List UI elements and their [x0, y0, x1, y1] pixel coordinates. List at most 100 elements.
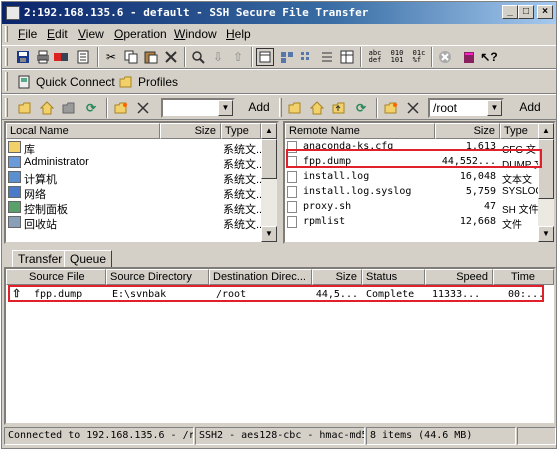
- file-icon: [287, 186, 297, 198]
- local-delete-icon[interactable]: [134, 99, 152, 117]
- remote-name-header[interactable]: Remote Name: [285, 123, 435, 139]
- remote-add-button[interactable]: Add: [510, 98, 550, 118]
- remote-path-combo[interactable]: /root ▼: [428, 98, 504, 118]
- local-item-icon: [8, 156, 21, 168]
- search-icon[interactable]: [189, 48, 207, 66]
- binary-mode-icon[interactable]: 010 101: [388, 48, 406, 66]
- maximize-button[interactable]: □: [518, 5, 534, 19]
- save-icon[interactable]: [14, 48, 32, 66]
- connect-toolbar: Quick Connect Profiles: [2, 69, 556, 94]
- transfer-size-header[interactable]: Size: [312, 269, 362, 285]
- stop-icon[interactable]: [436, 48, 454, 66]
- remote-up-folder-icon[interactable]: [330, 99, 348, 117]
- transfer-source-file-header[interactable]: Source File: [6, 269, 106, 285]
- list-view-icon[interactable]: [318, 48, 336, 66]
- local-item-icon: [8, 201, 21, 213]
- close-button[interactable]: ×: [537, 5, 553, 19]
- tab-transfer[interactable]: Transfer: [12, 250, 69, 268]
- remote-type-header[interactable]: Type: [500, 123, 540, 139]
- remote-file-name: install.log.syslog: [303, 186, 412, 197]
- scroll-down-icon[interactable]: ▼: [538, 226, 554, 242]
- transfer-source-dir-header[interactable]: Source Directory: [106, 269, 209, 285]
- upload-arrow-icon[interactable]: ⇧: [229, 48, 247, 66]
- remote-file-row[interactable]: proxy.sh 47 SH 文件: [285, 200, 538, 216]
- local-up-folder-icon[interactable]: [60, 99, 78, 117]
- menu-edit[interactable]: Edit: [47, 27, 68, 41]
- print-icon[interactable]: [34, 48, 52, 66]
- local-name-header[interactable]: Local Name: [6, 123, 160, 139]
- disconnect-icon[interactable]: [52, 48, 70, 66]
- context-help-icon[interactable]: ↖?: [480, 48, 498, 66]
- remote-size-header[interactable]: Size: [435, 123, 500, 139]
- local-file-row[interactable]: Administrator 系统文...: [6, 155, 261, 171]
- ascii-mode-icon[interactable]: abc def: [366, 48, 384, 66]
- remote-file-size: 16,048: [459, 171, 496, 182]
- local-type-header[interactable]: Type: [221, 123, 261, 139]
- help-book-icon[interactable]: [460, 48, 478, 66]
- cut-icon[interactable]: ✂: [102, 48, 120, 66]
- file-icon: [287, 201, 297, 213]
- local-file-row[interactable]: 库系统文...: [6, 140, 261, 156]
- scroll-thumb[interactable]: [261, 139, 277, 179]
- scroll-thumb[interactable]: [538, 139, 554, 199]
- remote-file-pane[interactable]: Remote Name Size Type anaconda-ks.cfg 1,6…: [283, 121, 556, 244]
- remote-new-folder-icon[interactable]: [382, 99, 400, 117]
- menu-file[interactable]: File: [18, 27, 37, 41]
- remote-file-type: SH 文件: [502, 205, 538, 216]
- transfer-speed-header[interactable]: Speed: [425, 269, 493, 285]
- local-add-button[interactable]: Add: [242, 98, 276, 118]
- menu-operation[interactable]: Operation: [114, 27, 167, 41]
- quick-connect-button[interactable]: Quick Connect: [36, 75, 115, 89]
- local-refresh-icon[interactable]: ⟳: [82, 99, 100, 117]
- tab-queue[interactable]: Queue: [64, 250, 113, 268]
- copy-icon[interactable]: [122, 48, 140, 66]
- small-icons-icon[interactable]: [298, 48, 316, 66]
- details-view-icon[interactable]: [338, 48, 356, 66]
- local-file-row[interactable]: 计算机 系统文...: [6, 170, 261, 186]
- menu-view[interactable]: View: [78, 27, 104, 41]
- remote-delete-icon[interactable]: [404, 99, 422, 117]
- toolbar-separator: [376, 98, 378, 118]
- profiles-button[interactable]: Profiles: [138, 75, 178, 89]
- transfer-time-header[interactable]: Time: [493, 269, 554, 285]
- remote-refresh-icon[interactable]: ⟳: [352, 99, 370, 117]
- chevron-down-icon[interactable]: ▼: [487, 100, 502, 116]
- remote-file-type: 文件: [502, 220, 522, 231]
- paste-icon[interactable]: [142, 48, 160, 66]
- remote-file-row[interactable]: install.log.syslog 5,759 SYSLOG: [285, 185, 538, 200]
- toolbar-separator: [184, 47, 186, 67]
- local-file-pane[interactable]: Local Name Size Type 库系统文... Administrato…: [4, 121, 279, 244]
- menu-window[interactable]: Window: [174, 27, 217, 41]
- scroll-up-icon[interactable]: ▲: [538, 123, 554, 139]
- scroll-up-icon[interactable]: ▲: [261, 123, 277, 139]
- local-home-icon[interactable]: [38, 99, 56, 117]
- local-file-row[interactable]: 网络 系统文...: [6, 185, 261, 201]
- chevron-down-icon[interactable]: ▼: [218, 100, 233, 116]
- local-file-row[interactable]: 控制面板 系统文...: [6, 200, 261, 216]
- remote-file-size: 47: [483, 201, 496, 212]
- status-items: 8 items (44.6 MB): [366, 427, 516, 445]
- menu-help[interactable]: Help: [226, 27, 251, 41]
- remote-file-row[interactable]: rpmlist 12,668 文件: [285, 215, 538, 231]
- remote-scrollbar[interactable]: ▲ ▼: [538, 123, 554, 242]
- properties-icon[interactable]: [74, 48, 92, 66]
- transfer-dest-dir-header[interactable]: Destination Direc...: [209, 269, 312, 285]
- auto-mode-icon[interactable]: 01c %f: [410, 48, 428, 66]
- scroll-down-icon[interactable]: ▼: [261, 226, 277, 242]
- local-file-row[interactable]: 回收站 系统文...: [6, 215, 261, 231]
- local-path-combo[interactable]: ▼: [161, 98, 235, 118]
- delete-icon[interactable]: [162, 48, 180, 66]
- transfer-status-header[interactable]: Status: [362, 269, 425, 285]
- large-icons-icon[interactable]: [278, 48, 296, 66]
- title-bar[interactable]: 2:192.168.135.6 - default - SSH Secure F…: [2, 2, 556, 24]
- local-size-header[interactable]: Size: [160, 123, 221, 139]
- view-mode-icon[interactable]: [256, 48, 274, 66]
- local-scrollbar[interactable]: ▲ ▼: [261, 123, 277, 242]
- download-arrow-icon[interactable]: ⇩: [209, 48, 227, 66]
- remote-home-icon[interactable]: [308, 99, 326, 117]
- remote-file-row[interactable]: install.log 16,048 文本文: [285, 170, 538, 186]
- minimize-button[interactable]: _: [502, 5, 518, 19]
- local-new-folder-icon[interactable]: [112, 99, 130, 117]
- remote-parent-folder-icon[interactable]: [286, 99, 304, 117]
- local-parent-folder-icon[interactable]: [16, 99, 34, 117]
